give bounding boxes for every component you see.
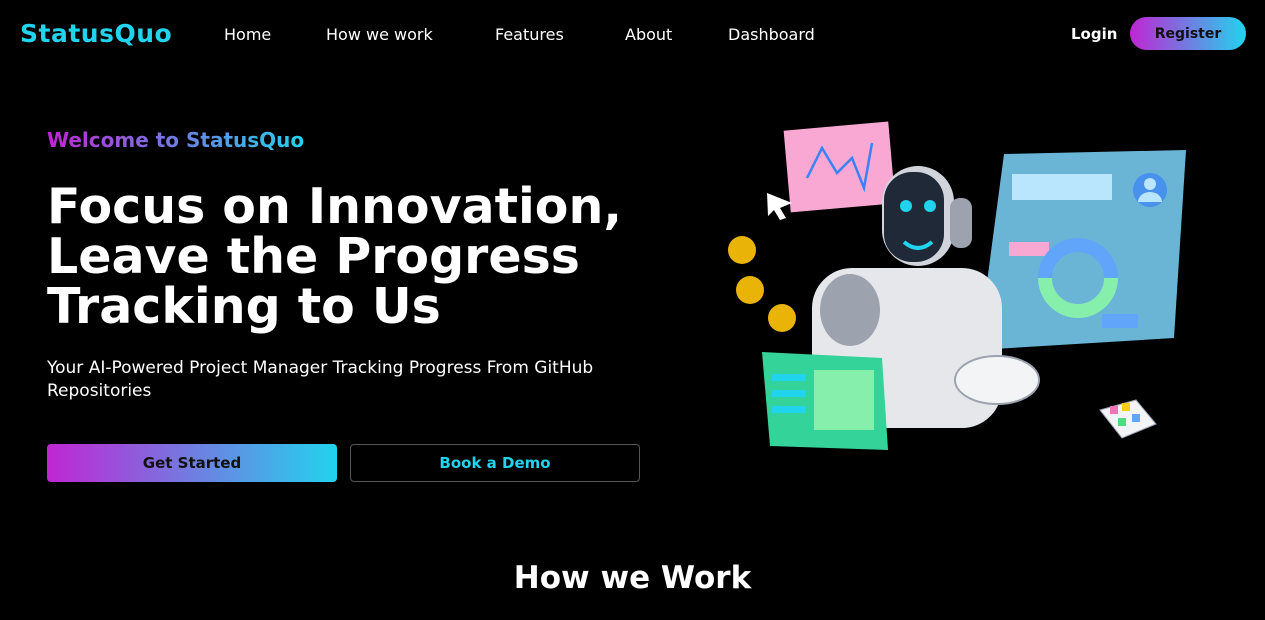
coin-icon (728, 236, 756, 264)
how-we-work-title: How we Work (513, 560, 752, 596)
nav-link-dashboard[interactable]: Dashboard (728, 25, 815, 44)
coin-icon (768, 304, 796, 332)
nav-link-features[interactable]: Features (495, 25, 564, 44)
robot-dashboard-illustration (728, 121, 1186, 450)
get-started-button[interactable]: Get Started (47, 444, 337, 482)
welcome-text: Welcome to StatusQuo (47, 128, 305, 152)
chart-card-icon (783, 121, 896, 213)
nav-link-how-we-work[interactable]: How we work (326, 25, 433, 44)
hero-headline: Focus on Innovation, Leave the Progress … (47, 182, 687, 332)
keypad-icon (1099, 399, 1157, 439)
dashboard-panel (978, 150, 1186, 350)
tablet-icon (762, 352, 888, 450)
logo[interactable]: StatusQuo (20, 19, 172, 48)
top-navigation: StatusQuo Home How we work Features Abou… (0, 0, 1265, 68)
register-button[interactable]: Register (1130, 17, 1246, 50)
nav-link-home[interactable]: Home (224, 25, 271, 44)
headline-line-1: Focus on Innovation, (47, 178, 622, 235)
hero-subtitle: Your AI-Powered Project Manager Tracking… (47, 358, 594, 401)
headline-line-3: Tracking to Us (47, 278, 441, 335)
coin-icon (736, 276, 764, 304)
nav-link-about[interactable]: About (625, 25, 672, 44)
login-link[interactable]: Login (1071, 25, 1117, 43)
book-demo-button[interactable]: Book a Demo (350, 444, 640, 482)
cursor-icon (767, 193, 792, 220)
headline-line-2: Leave the Progress (47, 228, 580, 285)
